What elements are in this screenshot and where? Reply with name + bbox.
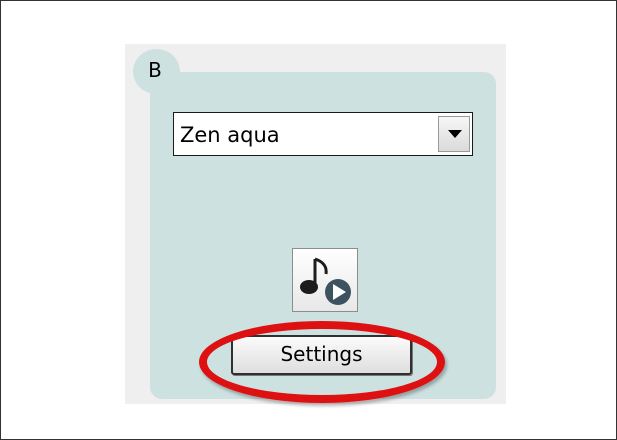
play-icon xyxy=(325,279,351,305)
red-highlight-annotation xyxy=(199,321,445,403)
play-sound-button[interactable] xyxy=(292,248,358,312)
panel-badge-label: B xyxy=(148,58,162,82)
chevron-down-icon[interactable] xyxy=(438,116,470,152)
sound-theme-dropdown[interactable]: Zen aqua xyxy=(173,112,473,156)
music-note-icon xyxy=(300,257,351,305)
dropdown-selected-value: Zen aqua xyxy=(180,123,280,147)
